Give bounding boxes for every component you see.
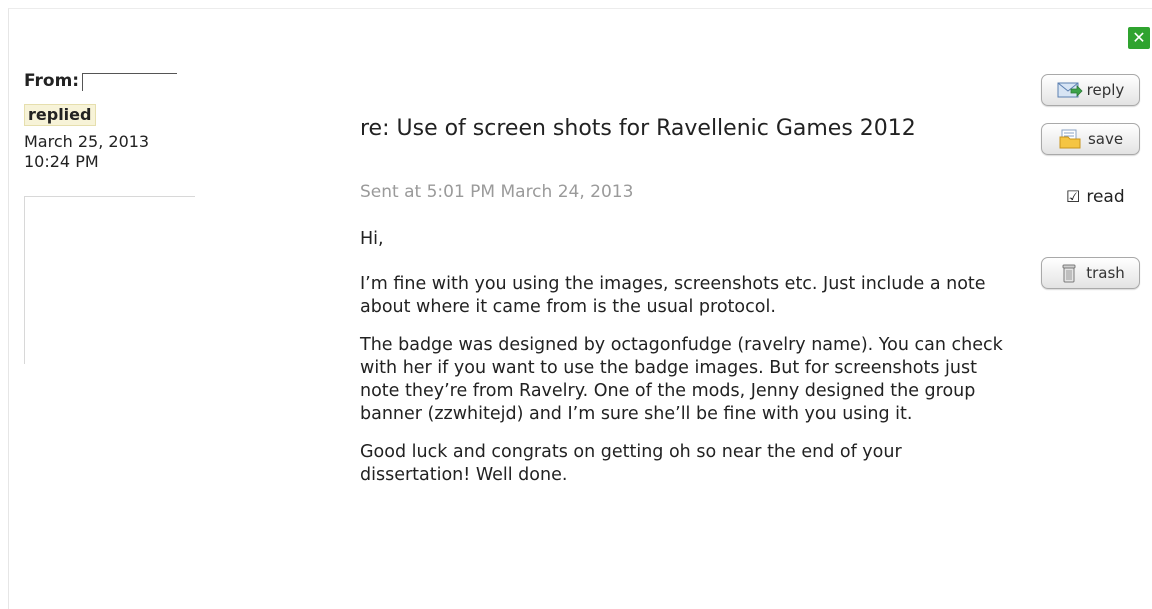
from-row: From: bbox=[24, 71, 178, 91]
message-paragraph: I’m fine with you using the images, scre… bbox=[360, 274, 986, 317]
avatar bbox=[24, 196, 195, 364]
close-button[interactable]: ✕ bbox=[1128, 27, 1150, 49]
message-body: Hi, I’m fine with you using the images, … bbox=[360, 228, 1010, 502]
message-paragraph: The badge was designed by octagonfudge (… bbox=[360, 335, 1003, 424]
from-field bbox=[82, 73, 178, 91]
folder-save-icon bbox=[1058, 129, 1084, 149]
checkbox-checked-icon: ☑ bbox=[1066, 187, 1081, 206]
envelope-arrow-icon bbox=[1057, 80, 1083, 100]
reply-label: reply bbox=[1086, 81, 1125, 99]
from-label: From: bbox=[24, 71, 80, 91]
reply-button[interactable]: reply bbox=[1041, 74, 1140, 106]
trash-button[interactable]: trash bbox=[1041, 257, 1140, 289]
save-label: save bbox=[1087, 130, 1124, 148]
message-greeting: Hi, bbox=[360, 229, 384, 249]
read-label: read bbox=[1086, 187, 1125, 207]
trash-label: trash bbox=[1086, 264, 1125, 282]
status-badge: replied bbox=[24, 104, 97, 126]
reply-date: March 25, 2013 bbox=[24, 132, 150, 151]
save-button[interactable]: save bbox=[1041, 123, 1140, 155]
message-subject: re: Use of screen shots for Ravellenic G… bbox=[360, 116, 916, 141]
reply-time: 10:24 PM bbox=[24, 152, 99, 171]
message-paragraph: Good luck and congrats on getting oh so … bbox=[360, 442, 902, 485]
trash-can-icon bbox=[1056, 263, 1082, 283]
close-icon: ✕ bbox=[1132, 28, 1146, 47]
sent-timestamp: Sent at 5:01 PM March 24, 2013 bbox=[360, 182, 634, 202]
read-checkbox[interactable]: ☑ read bbox=[1066, 186, 1125, 208]
